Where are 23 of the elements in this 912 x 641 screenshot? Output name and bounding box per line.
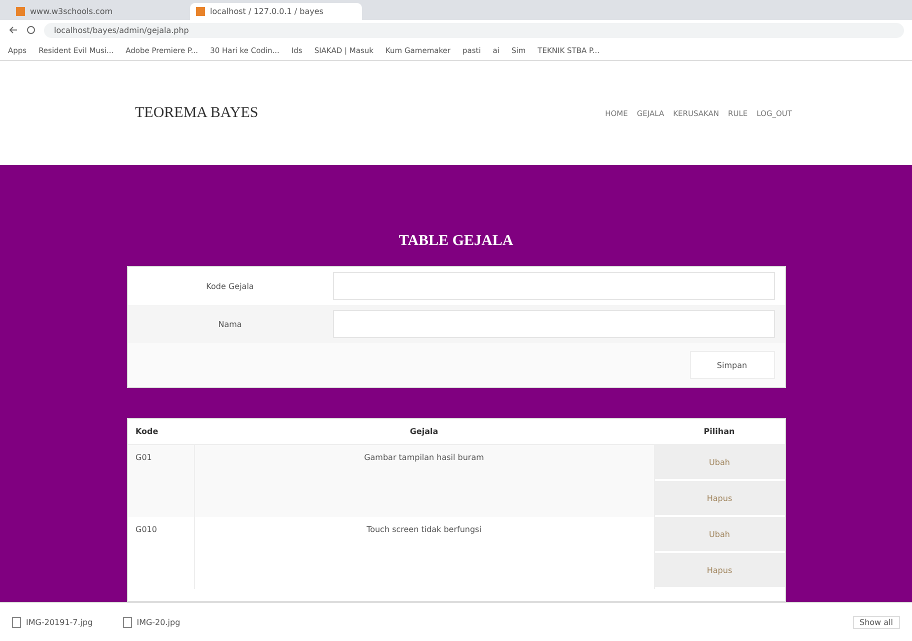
favicon-icon	[16, 7, 25, 16]
save-button[interactable]: Simpan	[690, 351, 774, 379]
show-all-button[interactable]: Show all	[852, 616, 900, 628]
browser-tab[interactable]: www.w3schools.com	[10, 3, 182, 20]
input-field[interactable]	[332, 310, 774, 338]
table-cell: G010	[128, 517, 194, 589]
page-title: TABLE GEJALA	[398, 233, 514, 250]
file-icon	[12, 616, 21, 628]
download-item[interactable]: IMG-20.jpg	[122, 616, 180, 628]
back-icon[interactable]	[8, 25, 18, 35]
field-label: Nama	[217, 320, 243, 328]
download-item[interactable]: IMG-20191-7.jpg	[12, 616, 93, 628]
browser-tab[interactable]: localhost / 127.0.0.1 / bayes	[190, 3, 362, 20]
file-icon	[122, 616, 132, 628]
reload-icon[interactable]	[26, 25, 36, 35]
table-cell: G01	[128, 444, 194, 517]
table-cell: Gambar tampilan hasil buram	[194, 444, 654, 517]
field-label: Kode Gejala	[205, 282, 255, 290]
address-bar[interactable]: localhost/bayes/admin/gejala.php	[44, 22, 904, 38]
table-cell: Touch screen tidak berfungsi	[194, 517, 654, 589]
site-logo-text[interactable]: TEOREMA BAYES	[135, 104, 258, 122]
input-field[interactable]	[332, 272, 774, 300]
favicon-icon	[196, 7, 205, 16]
